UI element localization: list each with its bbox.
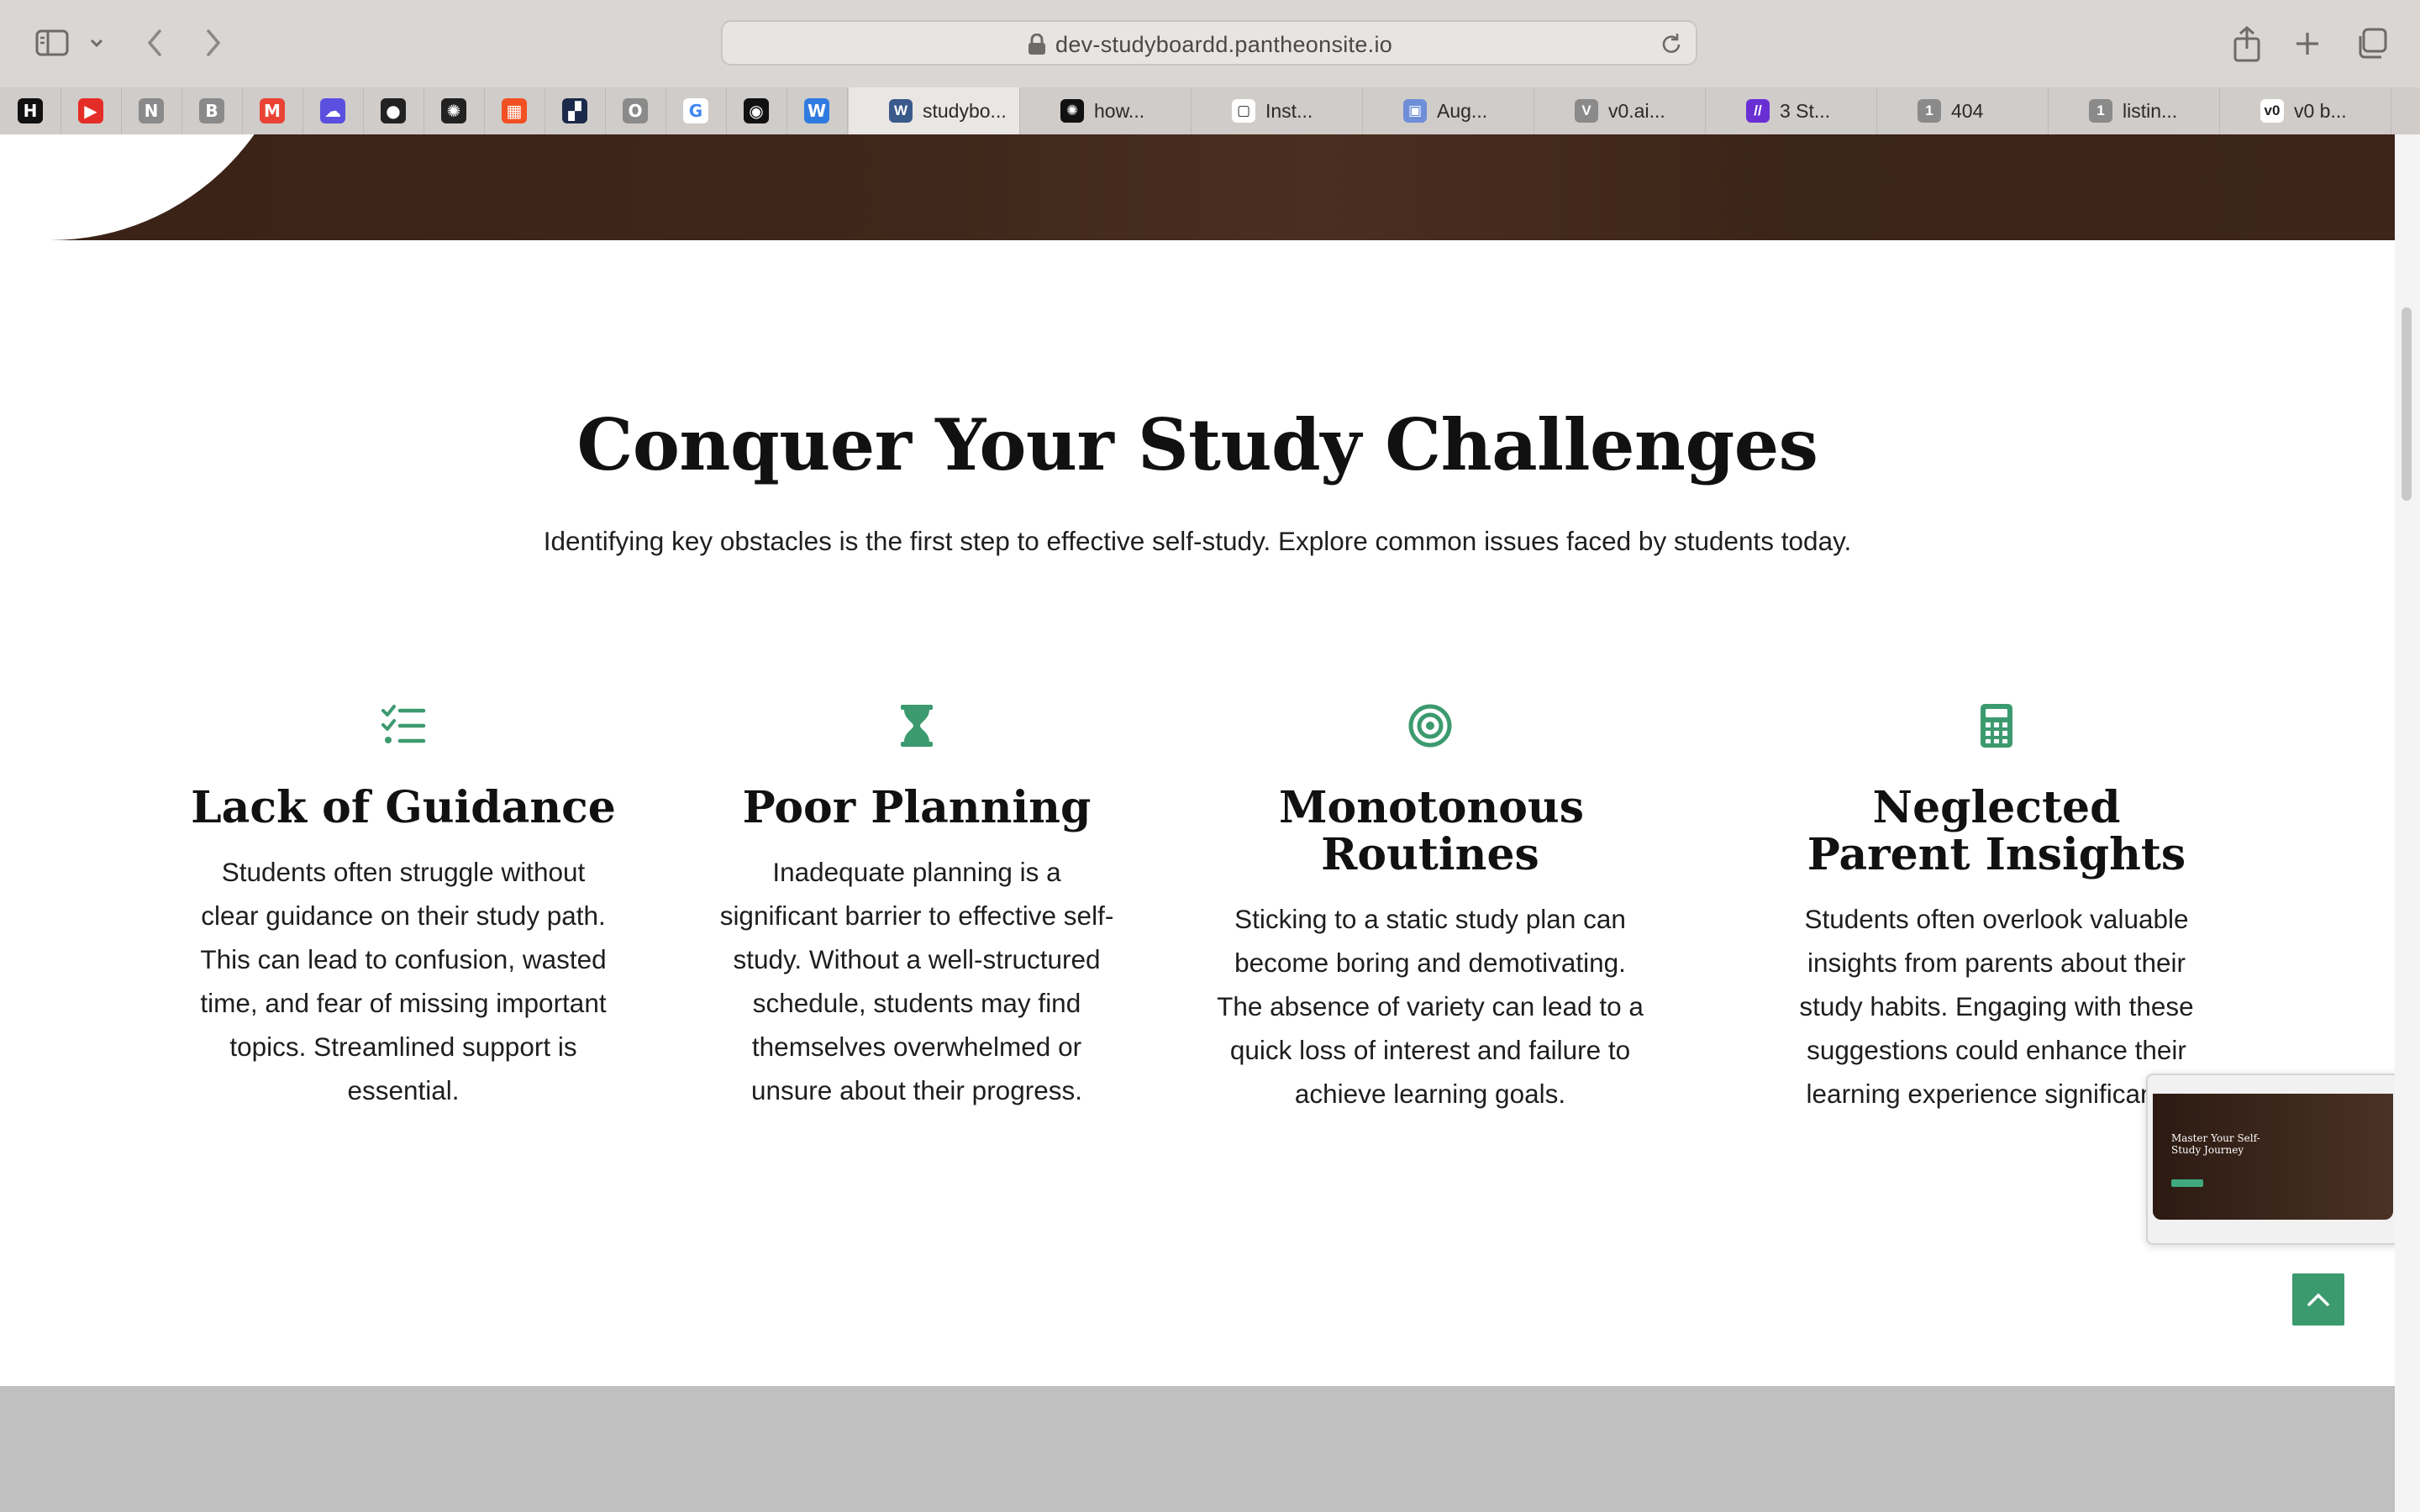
challenge-card-guidance: Lack of Guidance Students often struggle… [168,702,639,1112]
back-arrow-icon[interactable] [134,24,175,62]
openai-icon: ✺ [441,98,466,123]
challenge-card-planning: Poor Planning Inadequate planning is a s… [681,702,1152,1112]
favorite-app-squares[interactable]: ▞ [544,87,606,134]
github-icon: ● [381,98,406,123]
tab-label: v0.ai... [1608,99,1665,122]
favorite-github[interactable]: ● [363,87,424,134]
tab-favicon-icon: v0 [2260,99,2284,123]
browser-tab[interactable]: ✺ how... [1020,87,1192,134]
hn-icon: H [18,98,43,123]
favorite-microsoft[interactable]: ▦ [484,87,545,134]
tab-favicon-icon: 1 [2089,99,2112,123]
card-text: Inadequate planning is a significant bar… [719,857,1114,1105]
card-title: Poor Planning [742,782,1092,833]
scrollbar-thumb[interactable] [2402,307,2412,501]
tab-favicon-icon: 1 [1918,99,1941,123]
microsoft-icon: ▦ [502,98,527,123]
favorite-app-w[interactable]: W [786,87,848,134]
favorite-bookmark-b[interactable]: B [182,87,243,134]
new-tab-plus-icon[interactable] [2287,22,2328,66]
hourglass-icon [681,702,1152,753]
forward-arrow-icon[interactable] [193,24,234,62]
favorite-cloud-app[interactable]: ☁ [302,87,364,134]
challenge-card-parents: Neglected Parent Insights Students often… [1761,702,2232,1116]
tab-favicon-icon: ✺ [1060,99,1084,123]
browser-tab[interactable]: ▢ Inst... [1192,87,1363,134]
share-icon[interactable] [2227,22,2267,66]
browser-toolbar: dev-studyboardd.pantheonsite.io [0,0,2420,87]
target-icon [1195,702,1665,753]
tab-label: how... [1094,99,1145,122]
app-dark-icon: ◉ [744,98,769,123]
url-text: dev-studyboardd.pantheonsite.io [1055,32,1393,57]
youtube-icon: ▶ [78,98,103,123]
browser-tab[interactable]: Wstudybo... [849,87,1020,134]
card-title: Monotonous Routines [1279,782,1585,880]
back-to-top-button[interactable] [2292,1273,2344,1326]
preview-cta [2171,1179,2203,1187]
app-w-icon: W [804,98,829,123]
browser-tab[interactable]: // 3 St... [1706,87,1877,134]
lock-icon [1027,33,1047,55]
tab-label: studybo... [923,99,1007,122]
browser-tab[interactable]: 1 404 [1877,87,2049,134]
tab-favicon-icon: ▣ [1403,99,1427,123]
web-page: Conquer Your Study Challenges Identifyin… [0,134,2395,1512]
section-subtitle: Identifying key obstacles is the first s… [543,526,1852,556]
tab-label: 3 St... [1780,99,1831,122]
card-title: Neglected Parent Insights [1807,782,2186,880]
footer-section [0,1386,2395,1512]
favorite-app-dark[interactable]: ◉ [726,87,787,134]
browser-tab[interactable]: 1 listin... [2049,87,2220,134]
favorite-youtube[interactable]: ▶ [60,87,122,134]
favorite-hn[interactable]: H [0,87,61,134]
app-squares-icon: ▞ [562,98,587,123]
challenge-card-routines: Monotonous Routines Sticking to a static… [1195,702,1665,1116]
card-text: Students often struggle without clear gu… [200,857,607,1105]
hero-banner-bottom [0,134,2395,240]
chevron-down-icon[interactable] [84,25,109,60]
sidebar-toggle-icon[interactable] [30,25,74,60]
calculator-icon [1761,702,2232,753]
favorite-google[interactable]: G [666,87,727,134]
google-icon: G [683,98,708,123]
card-title: Lack of Guidance [191,782,616,833]
tab-label: v0 b... [2294,99,2347,122]
favorite-openai[interactable]: ✺ [424,87,485,134]
notion-icon: N [139,98,164,123]
card-text: Sticking to a static study plan can beco… [1217,904,1644,1109]
address-bar[interactable]: dev-studyboardd.pantheonsite.io [721,20,1697,66]
tab-favicon-icon: V [1575,99,1598,123]
favorite-gmail[interactable]: M [242,87,303,134]
tab-label: Aug... [1437,99,1488,122]
cloud-app-icon: ☁ [320,98,345,123]
preview-title: Master Your Self-Study Journey [2171,1132,2260,1156]
tab-label: Inst... [1265,99,1313,122]
page-preview-thumbnail[interactable]: Master Your Self-Study Journey [2146,1074,2402,1245]
checklist-icon [168,702,639,753]
browser-tab[interactable]: ▣ Aug... [1363,87,1534,134]
tab-overview-icon[interactable] [2349,22,2393,66]
bookmark-o-icon: O [623,98,648,123]
tab-favicon-icon: W [889,99,913,123]
gmail-icon: M [260,98,285,123]
tab-favicon-icon: ▢ [1232,99,1255,123]
reload-icon[interactable] [1657,30,1686,59]
chevron-up-icon [2307,1293,2329,1306]
favorite-notion[interactable]: N [121,87,182,134]
browser-tab[interactable]: v0 v0 b... [2220,87,2391,134]
tab-label: 404 [1951,99,1984,122]
bookmark-b-icon: B [199,98,224,123]
tab-bar: H ▶ N B M ☁ ● ✺ ▦ ▞ O G ◉ W Wstudybo... ✺ how... ▢ Inst..… [0,87,2420,135]
browser-tab[interactable]: Vv0.ai... [1534,87,1706,134]
tab-label: listin... [2123,99,2178,122]
tab-favicon-icon: // [1746,99,1770,123]
favorite-bookmark-o[interactable]: O [605,87,666,134]
preview-hero-image: Master Your Self-Study Journey [2153,1094,2393,1220]
section-title: Conquer Your Study Challenges [576,403,1818,486]
page-scrollbar[interactable] [2395,134,2420,1512]
